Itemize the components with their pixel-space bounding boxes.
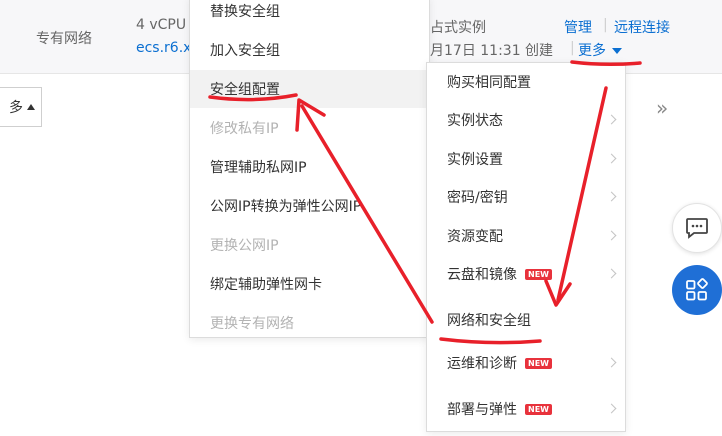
network-type: 专有网络 <box>36 31 92 47</box>
batch-more-button[interactable]: 多 <box>0 87 42 127</box>
menu-item-label: 购买相同配置 <box>447 75 531 91</box>
menu-item-modify-private-ip: 修改私有IP <box>210 121 279 137</box>
chevron-right-icon <box>606 153 617 164</box>
apps-grid-icon <box>686 278 708 301</box>
created-time: 月17日 11:31 创建 <box>430 43 554 59</box>
separator: | <box>570 40 575 56</box>
menu-item-ops-diagnose[interactable]: 运维和诊断 NEW <box>427 344 625 382</box>
menu-item-network-security[interactable]: 网络和安全组 <box>427 301 625 339</box>
chat-button[interactable] <box>672 203 722 253</box>
menu-item-change-public-ip: 更换公网IP <box>210 238 279 254</box>
menu-item-replace-security-group[interactable]: 替换安全组 <box>190 0 429 30</box>
caret-up-icon <box>27 104 35 110</box>
chevron-right-icon <box>606 230 617 241</box>
batch-more-label: 多 <box>9 100 23 116</box>
new-badge: NEW <box>525 403 552 415</box>
billing-text: 占式实例 <box>430 20 486 36</box>
menu-item-buy-same-config[interactable]: 购买相同配置 <box>427 63 625 101</box>
new-badge: NEW <box>525 357 552 369</box>
manage-link[interactable]: 管理 <box>564 17 592 37</box>
chat-bubble-icon <box>686 218 708 239</box>
chevron-right-icon <box>606 357 617 368</box>
menu-item-label: 实例设置 <box>447 152 503 168</box>
new-badge: NEW <box>525 268 552 280</box>
chevron-right-icon <box>606 403 617 414</box>
menu-item-convert-to-eip[interactable]: 公网IP转换为弹性公网IP <box>190 187 429 225</box>
menu-item-change-vpc: 更换专有网络 <box>210 316 294 332</box>
chevron-right-icon <box>606 114 617 125</box>
menu-item-label: 资源变配 <box>447 229 503 245</box>
menu-item-label: 实例状态 <box>447 113 503 129</box>
chevron-right-icon <box>606 268 617 279</box>
menu-item-instance-settings[interactable]: 实例设置 <box>427 140 625 178</box>
menu-item-deploy-elastic[interactable]: 部署与弹性 NEW <box>427 390 625 428</box>
menu-item-label: 云盘和镜像 <box>447 267 517 283</box>
caret-down-icon <box>612 48 622 54</box>
menu-item-label: 密码/密钥 <box>447 190 508 206</box>
remote-connect-link[interactable]: 远程连接 <box>614 17 670 37</box>
menu-item-resource-change[interactable]: 资源变配 <box>427 217 625 255</box>
apps-button[interactable] <box>672 265 722 315</box>
more-actions-menu: 购买相同配置 实例状态 实例设置 密码/密钥 资源变配 云盘和镜像 NEW 网络… <box>426 62 626 432</box>
pager-next-icon[interactable]: » <box>656 96 668 120</box>
menu-item-label: 网络和安全组 <box>447 313 531 329</box>
separator: | <box>603 17 608 33</box>
menu-item-password-key[interactable]: 密码/密钥 <box>427 178 625 216</box>
more-dropdown-link[interactable]: 更多 <box>578 40 622 60</box>
menu-item-join-security-group[interactable]: 加入安全组 <box>190 31 429 69</box>
menu-item-manage-secondary-private-ip[interactable]: 管理辅助私网IP <box>190 148 429 186</box>
network-security-submenu: 替换安全组 加入安全组 安全组配置 修改私有IP 管理辅助私网IP 公网IP转换… <box>189 0 430 338</box>
menu-item-label: 运维和诊断 <box>447 356 517 372</box>
menu-item-label: 部署与弹性 <box>447 402 517 418</box>
menu-item-security-group-config[interactable]: 安全组配置 <box>190 70 429 108</box>
more-label: 更多 <box>578 43 606 59</box>
chevron-right-icon <box>606 191 617 202</box>
menu-item-bind-secondary-eni[interactable]: 绑定辅助弹性网卡 <box>190 265 429 303</box>
menu-item-instance-status[interactable]: 实例状态 <box>427 101 625 139</box>
menu-item-disk-image[interactable]: 云盘和镜像 NEW <box>427 255 625 293</box>
